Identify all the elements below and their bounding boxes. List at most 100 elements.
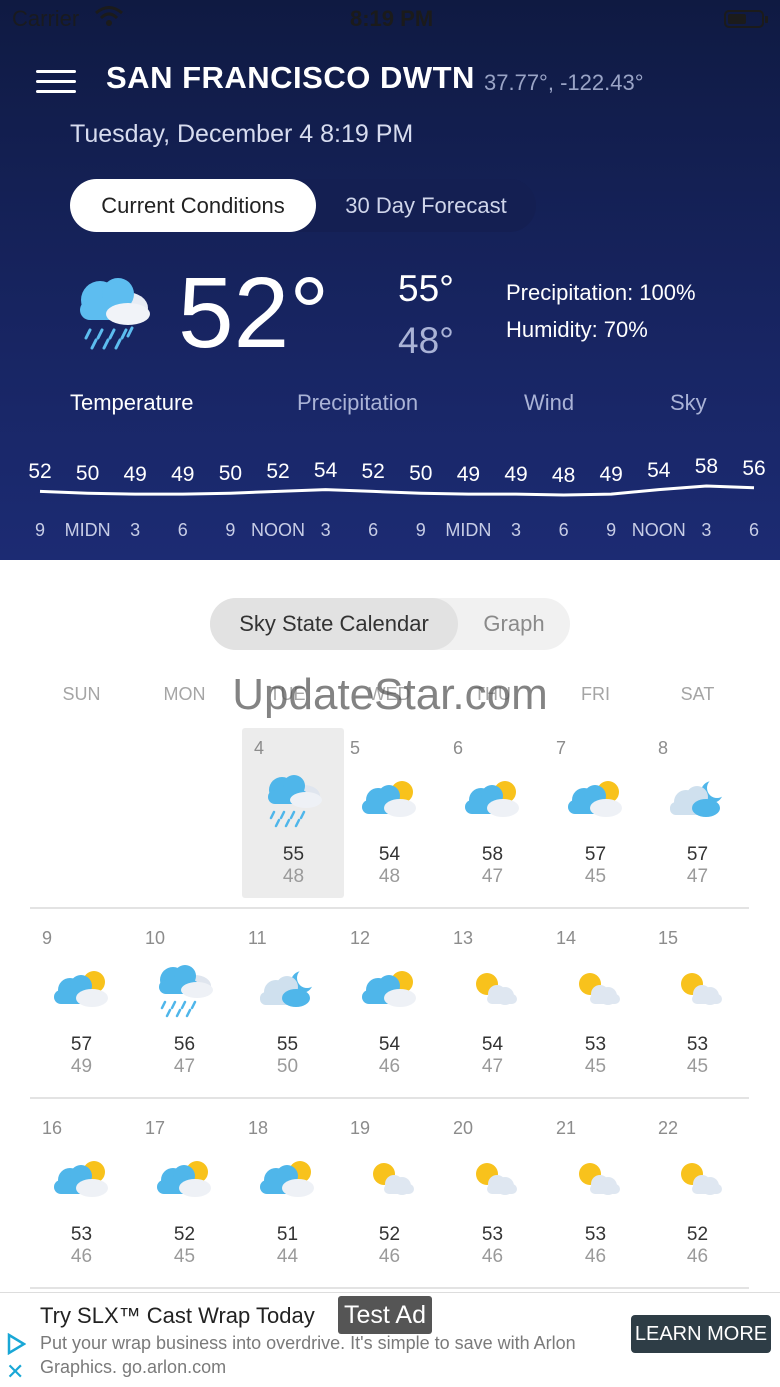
calendar-day-cell[interactable]: 18 51 44: [236, 1108, 339, 1278]
calendar-day-number: 5: [350, 738, 361, 758]
calendar-day-number: 18: [248, 1118, 269, 1138]
calendar-segment-control: Sky State Calendar Graph: [210, 598, 570, 650]
header-panel: Carrier 8:19 PM SAN FRANCISCO DWTN 37.77…: [0, 0, 780, 560]
calendar-day-cell[interactable]: 9 57 49: [30, 918, 133, 1088]
calendar-day-number: 17: [145, 1118, 166, 1138]
calendar-day-low: 46: [481, 1246, 504, 1267]
sun-cloud-icon: [459, 960, 525, 1020]
tab-sky[interactable]: Sky: [670, 390, 707, 416]
calendar-day-cell[interactable]: 7 57 45: [544, 728, 647, 898]
status-bar: Carrier 8:19 PM: [0, 0, 780, 40]
calendar-day-high: 53: [686, 1034, 709, 1055]
calendar-day-cell[interactable]: 11 55 50: [236, 918, 339, 1088]
calendar-day-low: 44: [276, 1246, 299, 1267]
calendar-day-high: 52: [686, 1224, 709, 1245]
calendar-day-high: 53: [584, 1224, 607, 1245]
learn-more-button[interactable]: LEARN MORE: [631, 1315, 771, 1353]
calendar-day-cell[interactable]: 13 54 47: [441, 918, 544, 1088]
calendar-day-number: 19: [350, 1118, 371, 1138]
tab-graph[interactable]: Graph: [458, 598, 570, 650]
tab-wind[interactable]: Wind: [524, 390, 574, 416]
calendar-day-high: 57: [584, 844, 607, 865]
calendar-day-number: 8: [658, 738, 669, 758]
cloud-rain-icon: [260, 770, 326, 830]
hourly-temp-label: 50: [75, 462, 100, 486]
partly-sunny-icon: [459, 770, 525, 830]
hourly-temp-label: 52: [266, 460, 290, 484]
calendar-day-number: 15: [658, 928, 679, 948]
hourly-temperature-strip[interactable]: 52 9 50 MIDN 49 3 49 6 50 9 52 NOON 54 3 52 6 50 9 49 MIDN 4…: [0, 448, 780, 548]
view-segment-control: Current Conditions 30 Day Forecast: [70, 179, 536, 232]
calendar-day-high: 52: [378, 1224, 401, 1245]
calendar-day-cell[interactable]: 22 52 46: [646, 1108, 749, 1278]
hourly-temp-label: 54: [313, 458, 338, 482]
tab-sky-state-calendar[interactable]: Sky State Calendar: [210, 598, 458, 650]
calendar-day-high: 51: [276, 1224, 299, 1245]
calendar-day-low: 46: [70, 1246, 93, 1267]
hamburger-menu-icon[interactable]: [36, 68, 76, 96]
calendar-day-cell[interactable]: 4 55 48: [242, 728, 344, 898]
calendar-day-high: 56: [173, 1034, 196, 1055]
calendar-day-low: 46: [584, 1246, 607, 1267]
calendar-day-low: 49: [70, 1056, 93, 1077]
tab-current-conditions[interactable]: Current Conditions: [70, 179, 316, 232]
calendar-day-number: 10: [145, 928, 166, 948]
day-of-week-fri: FRI: [581, 684, 610, 704]
calendar-day-cell[interactable]: 10 56 47: [133, 918, 236, 1088]
tab-temperature[interactable]: Temperature: [70, 390, 194, 416]
test-ad-badge: Test Ad: [338, 1296, 432, 1334]
calendar-day-cell[interactable]: 8 57 47: [646, 728, 749, 898]
partly-sunny-icon: [562, 770, 628, 830]
calendar-day-low: 45: [686, 1056, 709, 1077]
tab-30-day-forecast[interactable]: 30 Day Forecast: [316, 179, 536, 232]
calendar-day-cell[interactable]: 16 53 46: [30, 1108, 133, 1278]
status-time: 8:19 PM: [350, 6, 434, 31]
hourly-temp-label: 49: [123, 463, 147, 487]
sun-cloud-icon: [664, 960, 730, 1020]
hourly-temp-label: 58: [694, 455, 719, 478]
sun-cloud-icon: [562, 960, 628, 1020]
calendar-day-high: 54: [378, 1034, 401, 1055]
adchoices-play-icon[interactable]: [6, 1333, 26, 1355]
calendar-day-cell[interactable]: 6 58 47: [441, 728, 544, 898]
temperature-line: [39, 484, 755, 497]
calendar-day-low: 47: [173, 1056, 196, 1077]
wifi-icon: [95, 6, 123, 26]
ad-body-text[interactable]: Put your wrap business into overdrive. I…: [40, 1331, 620, 1379]
close-ad-icon[interactable]: ✕: [6, 1359, 24, 1385]
calendar-day-number: 9: [42, 928, 53, 948]
calendar-day-low: 45: [584, 1056, 607, 1077]
hourly-temp-label: 50: [409, 462, 433, 486]
cloud-rain-icon: [80, 278, 150, 350]
cloud-rain-icon: [151, 960, 217, 1020]
calendar-day-number: 4: [254, 738, 265, 758]
hourly-time-label: 6: [748, 520, 759, 540]
calendar-row-divider: [30, 1097, 749, 1099]
calendar-day-cell[interactable]: 20 53 46: [441, 1108, 544, 1278]
current-temperature: 52°: [178, 257, 330, 369]
calendar-day-number: 7: [556, 738, 567, 758]
ad-title[interactable]: Try SLX™ Cast Wrap Today: [40, 1303, 315, 1329]
calendar-day-low: 46: [378, 1056, 401, 1077]
calendar-day-cell[interactable]: 19 52 46: [338, 1108, 441, 1278]
calendar-day-high: 53: [584, 1034, 607, 1055]
calendar-day-low: 47: [481, 1056, 504, 1077]
day-of-week-thu: THU: [474, 684, 511, 704]
calendar-day-cell[interactable]: 14 53 45: [544, 918, 647, 1088]
calendar-day-low: 50: [276, 1056, 299, 1077]
ad-banner[interactable]: ✕ Try SLX™ Cast Wrap Today Test Ad Put y…: [0, 1292, 780, 1387]
partly-sunny-icon: [48, 960, 114, 1020]
calendar-day-low: 46: [686, 1246, 709, 1267]
calendar-day-high: 55: [276, 1034, 299, 1055]
calendar-day-cell[interactable]: 21 53 46: [544, 1108, 647, 1278]
calendar-day-cell[interactable]: 5 54 48: [338, 728, 441, 898]
hourly-temp-label: 56: [742, 456, 766, 480]
calendar-day-number: 12: [350, 928, 371, 948]
calendar-day-cell[interactable]: 12 54 46: [338, 918, 441, 1088]
cloud-moon-icon: [664, 770, 730, 830]
calendar-day-cell[interactable]: 15 53 45: [646, 918, 749, 1088]
calendar-day-cell[interactable]: 17 52 45: [133, 1108, 236, 1278]
day-of-week-tue: TUE: [269, 684, 306, 704]
tab-precipitation[interactable]: Precipitation: [297, 390, 418, 416]
partly-sunny-icon: [48, 1150, 114, 1210]
